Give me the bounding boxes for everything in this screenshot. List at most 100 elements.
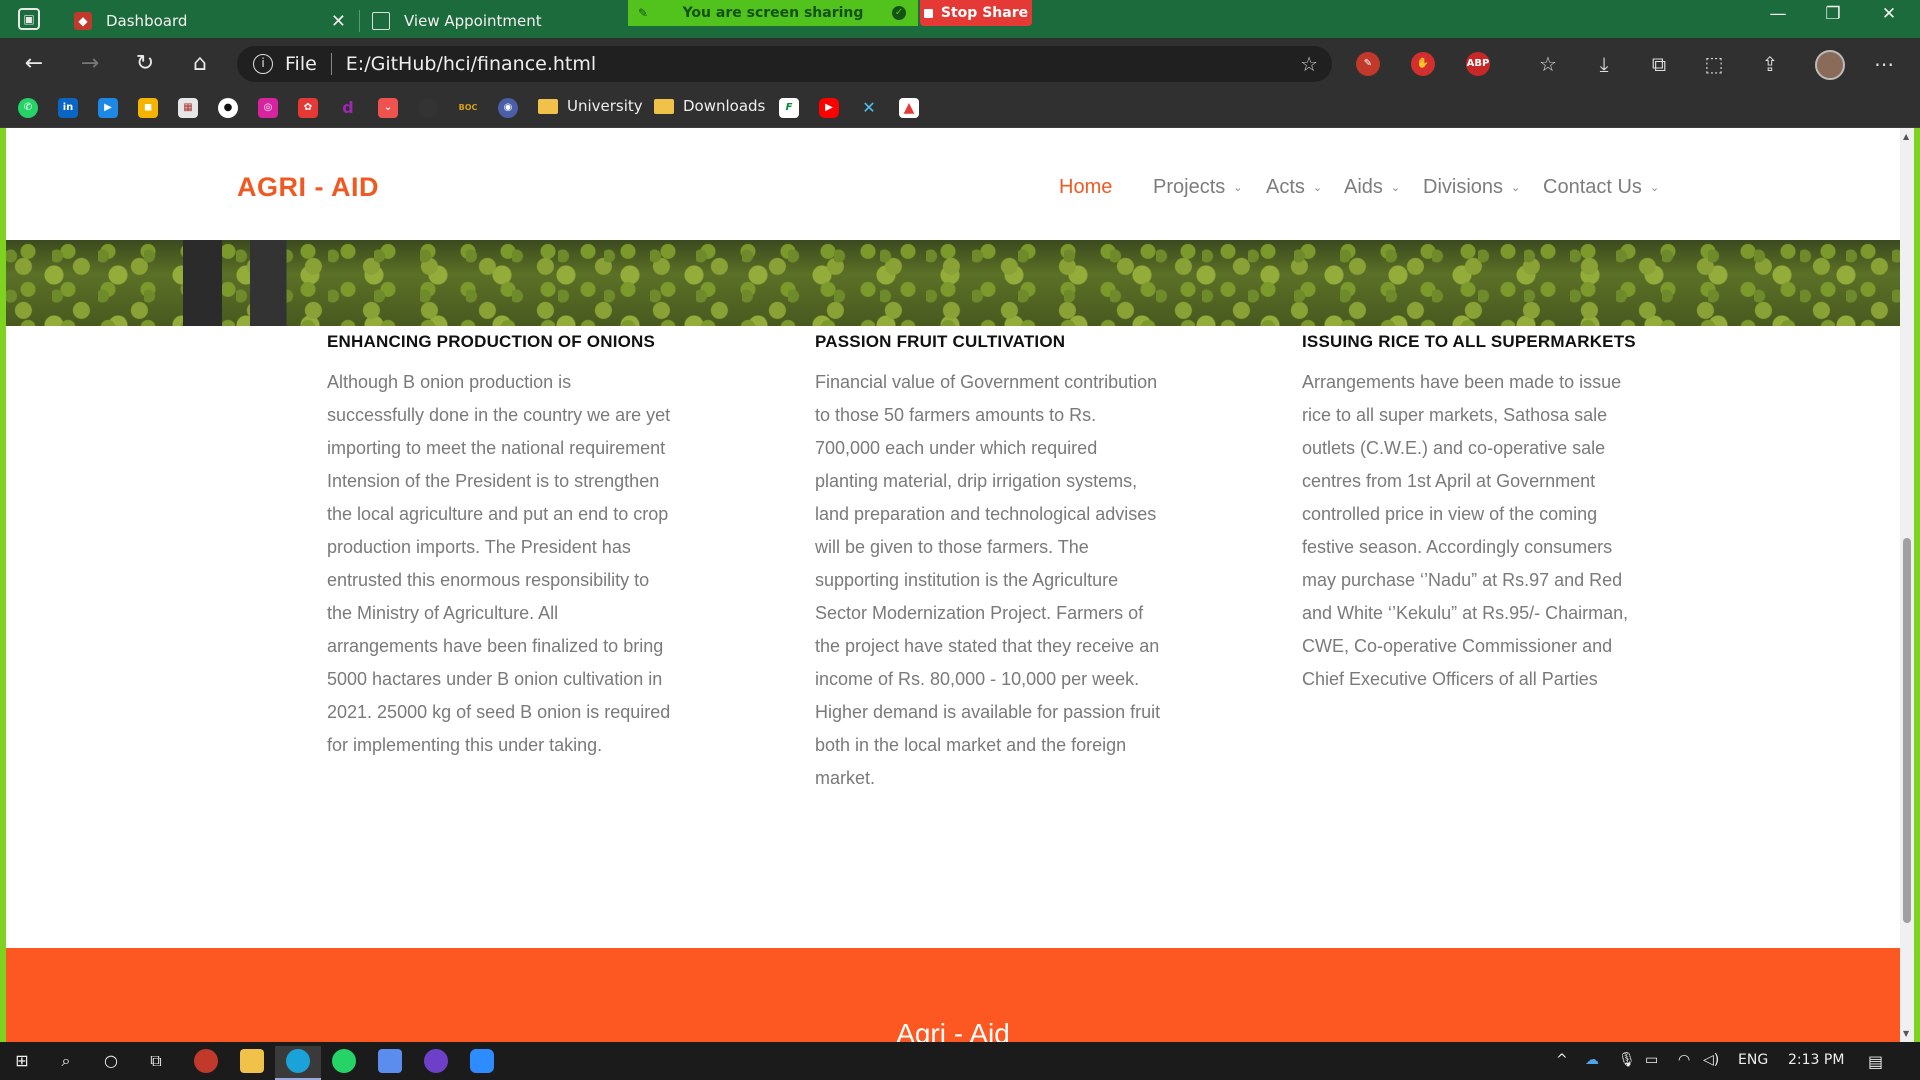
onedrive-icon[interactable]: ☁ xyxy=(1585,1052,1599,1068)
back-button[interactable]: ← xyxy=(18,48,50,80)
abp-extension-icon[interactable]: ABP xyxy=(1466,52,1490,76)
home-button[interactable]: ⌂ xyxy=(184,48,216,80)
file-explorer-icon[interactable] xyxy=(240,1049,264,1073)
folder-icon xyxy=(538,98,558,114)
article-rice: ISSUING RICE TO ALL SUPERMARKETS Arrange… xyxy=(1302,332,1672,696)
edge-browser-icon[interactable] xyxy=(286,1049,310,1073)
instagram-bookmark-icon[interactable]: ◎ xyxy=(258,98,278,118)
more-menu-icon[interactable]: ⋯ xyxy=(1870,50,1898,78)
restore-button[interactable]: ❐ xyxy=(1810,4,1856,24)
close-tab-icon[interactable]: ✕ xyxy=(331,11,346,32)
workspaces-icon[interactable]: ▣ xyxy=(18,8,40,30)
color-picker-extension-icon[interactable]: ✎ xyxy=(1356,52,1380,76)
address-url[interactable]: E:/GitHub/hci/finance.html xyxy=(346,53,596,75)
forward-button[interactable]: → xyxy=(74,48,106,80)
volume-icon[interactable]: ◁) xyxy=(1703,1052,1719,1068)
bookmark-folder-downloads[interactable]: Downloads xyxy=(654,97,765,115)
nav-contact-us[interactable]: Contact Us ⌄ xyxy=(1543,176,1659,199)
cortana-icon[interactable]: ○ xyxy=(101,1051,121,1071)
microphone-icon[interactable]: 🎙 xyxy=(1618,1052,1636,1068)
x-bookmark-icon[interactable]: ✕ xyxy=(859,98,879,118)
task-view-icon[interactable]: ⧉ xyxy=(146,1051,166,1071)
site-info-icon[interactable]: i xyxy=(253,54,273,74)
github-bookmark-icon[interactable]: ● xyxy=(218,98,238,118)
bookmarks-bar: ✆ in ▶ ◼ ▦ ● ◎ ✿ d ⌄ BOC ◉ University Do… xyxy=(0,90,1920,128)
bookmark-folder-university[interactable]: University xyxy=(538,97,643,115)
huawei-bookmark-icon[interactable]: ✿ xyxy=(298,98,318,118)
show-hidden-icons-icon[interactable]: ^ xyxy=(1556,1052,1568,1068)
adobe-bookmark-icon[interactable]: ▲ xyxy=(899,98,919,118)
nav-aids[interactable]: Aids ⌄ xyxy=(1344,176,1400,199)
youtube-bookmark-icon[interactable]: ▶ xyxy=(819,98,839,118)
nav-label: Projects xyxy=(1153,176,1226,198)
scroll-down-icon[interactable]: ▼ xyxy=(1903,1029,1909,1038)
boc-bookmark-icon[interactable]: BOC xyxy=(458,98,478,118)
footer-title: Agri - Aid xyxy=(896,1018,1010,1042)
globe-bookmark-icon[interactable] xyxy=(418,98,438,118)
github-desktop-icon[interactable] xyxy=(424,1049,448,1073)
article-onions: ENHANCING PRODUCTION OF ONIONS Although … xyxy=(327,332,697,762)
battery-icon[interactable]: ▭ xyxy=(1645,1052,1658,1068)
page-scrollbar[interactable]: ▲ ▼ xyxy=(1900,128,1914,1042)
zoom-icon[interactable] xyxy=(470,1049,494,1073)
clock[interactable]: 2:13 PM xyxy=(1788,1052,1844,1068)
address-bar[interactable]: i File E:/GitHub/hci/finance.html ☆ xyxy=(237,46,1332,82)
taskbar-app-icon[interactable] xyxy=(194,1049,218,1073)
nav-acts[interactable]: Acts ⌄ xyxy=(1266,176,1322,199)
chevron-down-icon: ⌄ xyxy=(1390,182,1401,194)
browser-toolbar: ← → ↻ ⌂ i File E:/GitHub/hci/finance.htm… xyxy=(0,38,1920,90)
pocket-bookmark-icon[interactable]: ⌄ xyxy=(378,98,398,118)
site-logo[interactable]: AGRI - AID xyxy=(237,172,379,203)
adblock-extension-icon[interactable]: ✋ xyxy=(1411,52,1435,76)
whatsapp-icon[interactable] xyxy=(332,1049,356,1073)
article-passion-fruit: PASSION FRUIT CULTIVATION Financial valu… xyxy=(815,332,1185,795)
downloads-icon[interactable]: ⤓ xyxy=(1590,50,1618,78)
f-bookmark-icon[interactable]: F xyxy=(779,98,799,118)
language-indicator[interactable]: ENG xyxy=(1738,1052,1768,1068)
page-viewport: AGRI - AID Home Projects ⌄ Acts ⌄ Aids ⌄ Di… xyxy=(6,128,1900,1042)
linkedin-bookmark-icon[interactable]: in xyxy=(58,98,78,118)
article-title: ENHANCING PRODUCTION OF ONIONS xyxy=(327,332,656,351)
favorites-icon[interactable]: ☆ xyxy=(1534,50,1562,78)
scroll-up-icon[interactable]: ▲ xyxy=(1903,132,1909,141)
nav-divisions[interactable]: Divisions ⌄ xyxy=(1423,176,1520,199)
puzzle-bookmark-icon[interactable]: ▦ xyxy=(178,98,198,118)
close-window-button[interactable]: ✕ xyxy=(1866,4,1912,24)
article-title: ISSUING RICE TO ALL SUPERMARKETS xyxy=(1302,332,1636,351)
chevron-down-icon: ⌄ xyxy=(1233,182,1243,194)
web-capture-icon[interactable]: ⬚ xyxy=(1700,50,1728,78)
whatsapp-bookmark-icon[interactable]: ✆ xyxy=(18,98,38,118)
profile-avatar[interactable] xyxy=(1815,50,1845,80)
site-header: AGRI - AID Home Projects ⌄ Acts ⌄ Aids ⌄ Di… xyxy=(6,128,1900,240)
camera-bookmark-icon[interactable]: ◼ xyxy=(138,98,158,118)
pencil-icon: ✎ xyxy=(638,6,649,20)
collections-icon[interactable]: ⧉ xyxy=(1645,50,1673,78)
folder-label: Downloads xyxy=(683,97,766,115)
add-favorite-icon[interactable]: ☆ xyxy=(1300,52,1318,76)
article-body: Although B onion production is successful… xyxy=(327,372,671,755)
reload-button[interactable]: ↻ xyxy=(129,48,161,80)
address-scheme: File xyxy=(285,53,317,75)
start-windows-icon[interactable]: ⊞ xyxy=(12,1051,32,1071)
scrollbar-thumb[interactable] xyxy=(1903,538,1911,923)
nav-projects[interactable]: Projects ⌄ xyxy=(1153,176,1242,199)
play-bookmark-icon[interactable]: ▶ xyxy=(98,98,118,118)
tab-dashboard[interactable]: ◆ Dashboard ✕ xyxy=(62,4,358,38)
screen-sharing-banner: ✎ You are screen sharing ✓ xyxy=(628,0,918,26)
crest-bookmark-icon[interactable]: ◉ xyxy=(498,98,518,118)
stop-share-button[interactable]: Stop Share xyxy=(920,0,1032,26)
article-body: Financial value of Government contributi… xyxy=(815,372,1161,788)
search-icon[interactable]: ⌕ xyxy=(56,1051,76,1071)
virtualbox-icon[interactable] xyxy=(378,1049,402,1073)
minimize-button[interactable]: — xyxy=(1755,4,1801,24)
chevron-down-icon: ⌄ xyxy=(1649,182,1660,194)
dashboard-favicon-icon: ◆ xyxy=(74,12,92,30)
tab-view-appointment[interactable]: View Appointment xyxy=(360,4,660,38)
d-bookmark-icon[interactable]: d xyxy=(338,98,358,118)
notifications-icon[interactable]: ▤ xyxy=(1868,1052,1883,1071)
wifi-icon[interactable]: ◠ xyxy=(1678,1052,1690,1068)
nav-label: Home xyxy=(1059,176,1113,198)
share-icon[interactable]: ⇪ xyxy=(1756,50,1784,78)
tab-title: View Appointment xyxy=(404,12,542,30)
nav-home[interactable]: Home xyxy=(1059,176,1112,199)
